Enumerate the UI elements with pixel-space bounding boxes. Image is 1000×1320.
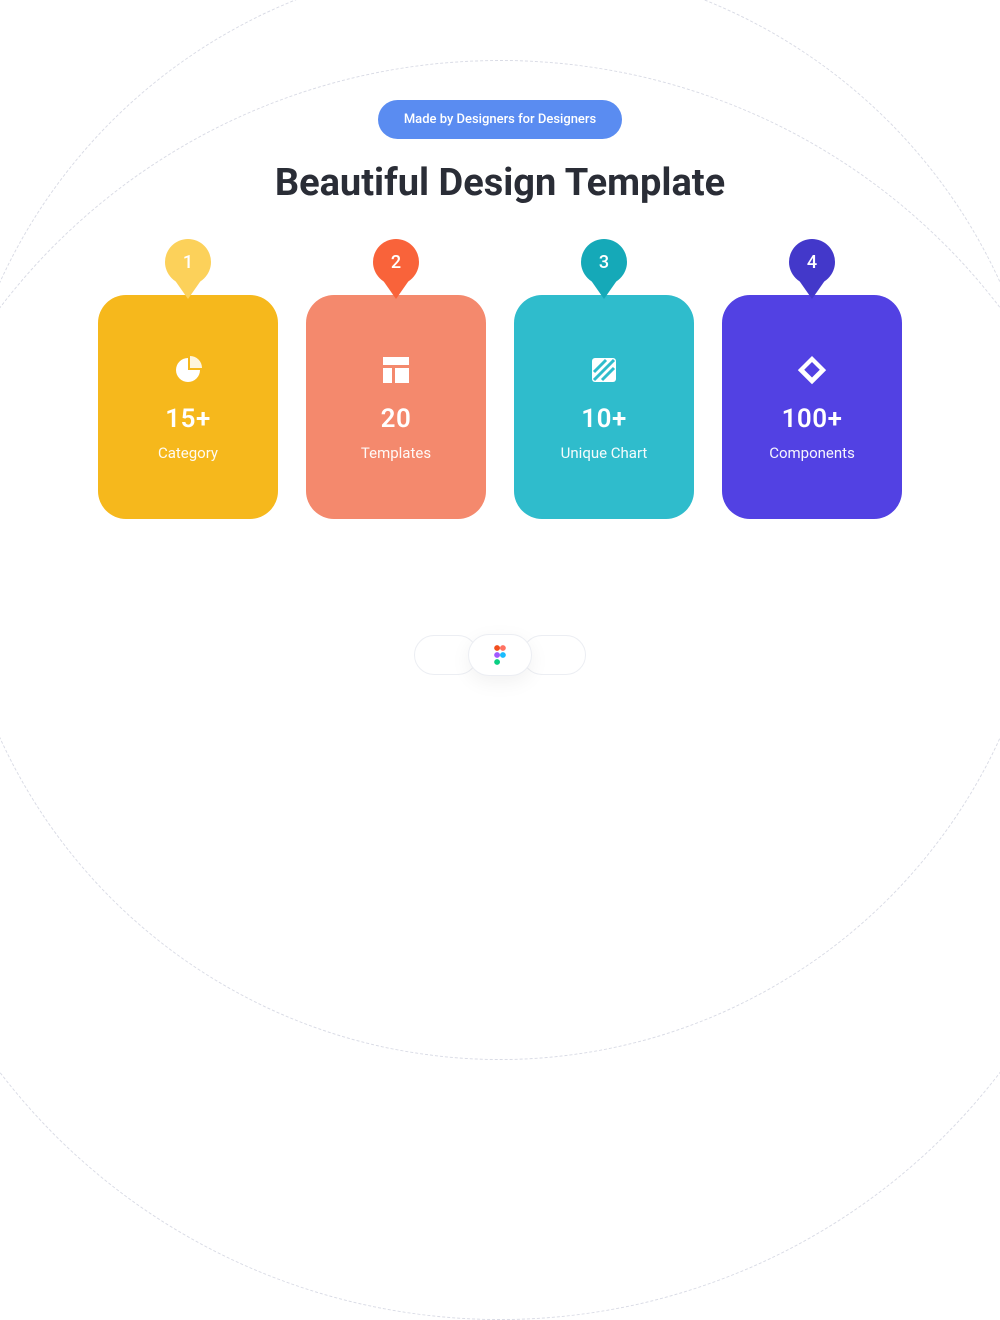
stat-card: 100+ Components — [722, 295, 902, 519]
stat-card: 15+ Category — [98, 295, 278, 519]
pin-number: 4 — [807, 252, 817, 273]
pin-number: 2 — [391, 252, 401, 273]
card-category: 1 15+ Category — [98, 295, 278, 519]
stat-label: Category — [158, 444, 218, 462]
tagline-pill: Made by Designers for Designers — [378, 100, 622, 139]
pin-4: 4 — [789, 239, 835, 285]
stat-label: Components — [769, 444, 855, 462]
pin-number: 1 — [183, 252, 193, 273]
stat-card: 10+ Unique Chart — [514, 295, 694, 519]
card-components: 4 100+ Components — [722, 295, 902, 519]
stat-label: Templates — [361, 444, 431, 462]
pie-icon — [170, 352, 206, 388]
pin-3: 3 — [581, 239, 627, 285]
stat-value: 10+ — [581, 404, 627, 434]
pin-number: 3 — [599, 252, 609, 273]
stripes-icon — [586, 352, 622, 388]
figma-icon — [493, 644, 507, 666]
figma-chip — [468, 634, 532, 676]
pin-2: 2 — [373, 239, 419, 285]
stat-value: 100+ — [782, 404, 843, 434]
card-unique-chart: 3 10+ Unique Chart — [514, 295, 694, 519]
card-templates: 2 20 Templates — [306, 295, 486, 519]
page-title: Beautiful Design Template — [275, 161, 725, 205]
stat-value: 20 — [381, 404, 412, 434]
stat-value: 15+ — [165, 404, 211, 434]
pin-1: 1 — [165, 239, 211, 285]
cards-row: 1 15+ Category 2 20 — [0, 295, 1000, 519]
diamond-icon — [794, 352, 830, 388]
footer-logos — [404, 634, 596, 676]
stat-card: 20 Templates — [306, 295, 486, 519]
stat-label: Unique Chart — [561, 444, 648, 462]
layout-icon — [378, 352, 414, 388]
